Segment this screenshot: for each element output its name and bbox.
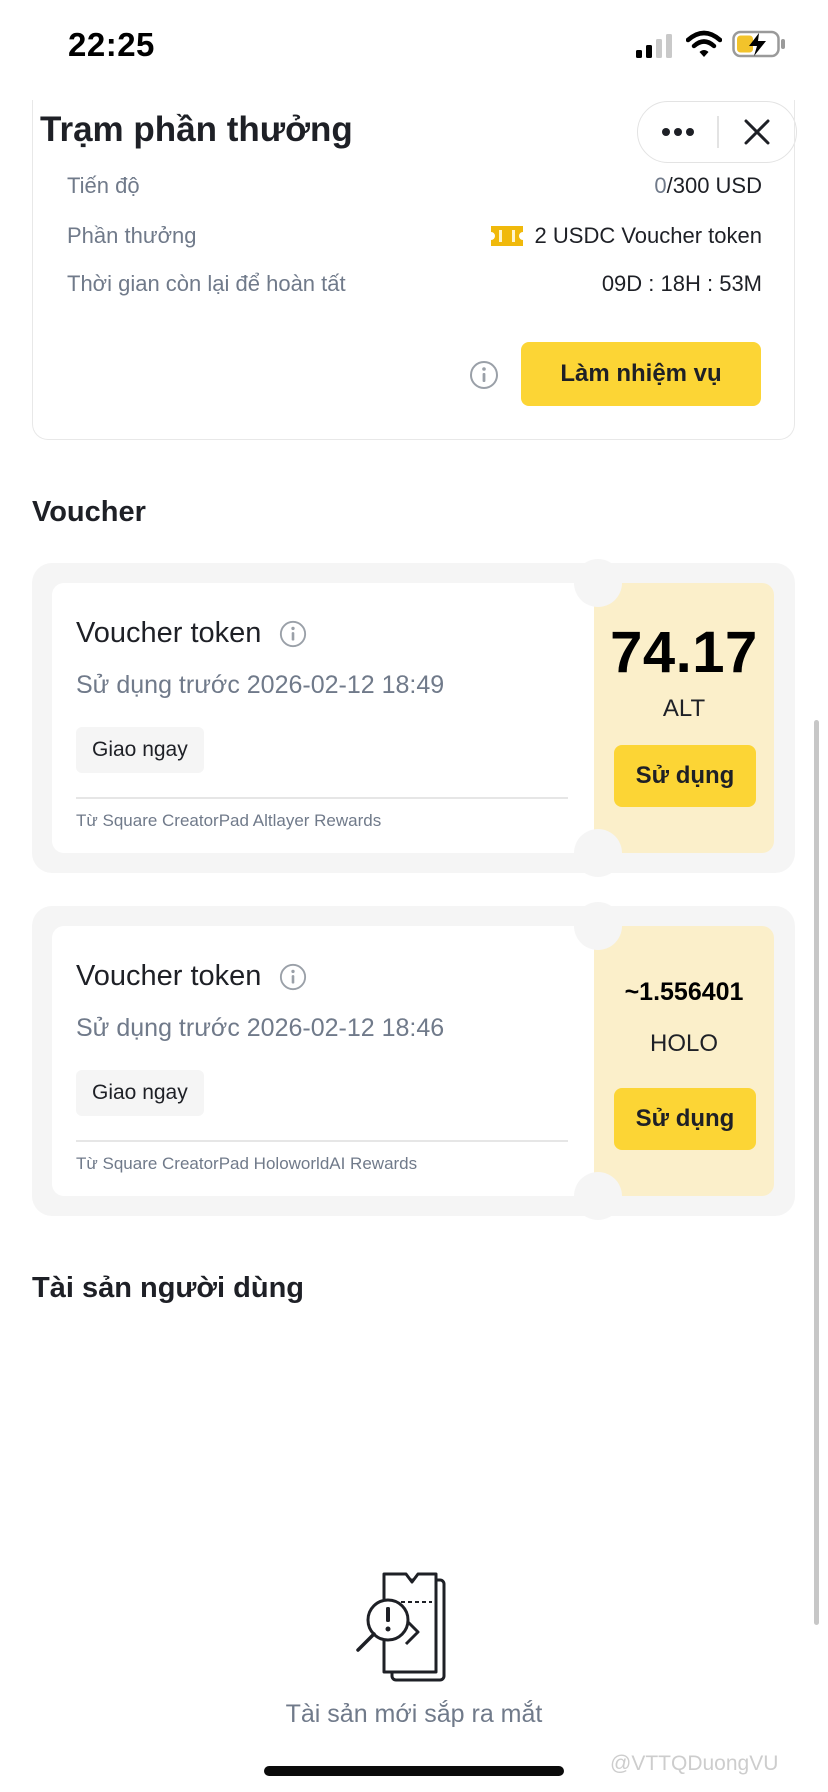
- status-bar: 22:25: [0, 0, 828, 92]
- empty-assets-text: Tài sản mới sắp ra mắt: [285, 1700, 543, 1728]
- reward-value: 2 USDC Voucher token: [490, 223, 762, 249]
- voucher-card: Voucher token Sử dụng trước 2026-02-12 1…: [32, 902, 795, 1220]
- status-time: 22:25: [68, 26, 155, 63]
- watermark: @VTTQDuongVU: [610, 1752, 779, 1775]
- signal-icon: [636, 34, 672, 58]
- empty-assets-icon: [356, 1572, 446, 1682]
- voucher-value-panel: 74.17 ALT Sử dụng: [594, 583, 774, 853]
- info-icon[interactable]: [279, 620, 307, 648]
- ticket-notch: [574, 559, 622, 607]
- battery-icon: [732, 30, 785, 58]
- voucher-expiry: Sử dụng trước 2026-02-12 18:46: [76, 1014, 445, 1042]
- progress-total: /300 USD: [666, 173, 762, 198]
- home-indicator[interactable]: [264, 1766, 564, 1776]
- divider: [76, 797, 568, 799]
- voucher-title: Voucher token: [76, 617, 262, 649]
- voucher-tag: Giao ngay: [76, 1070, 204, 1116]
- voucher-amount: 74.17: [610, 620, 758, 685]
- voucher-title-row: Voucher token: [76, 617, 307, 650]
- time-left-label: Thời gian còn lại để hoàn tất: [67, 271, 346, 296]
- progress-value: 0 /300 USD: [654, 173, 762, 199]
- wifi-icon: [686, 30, 722, 57]
- voucher-unit: ALT: [662, 695, 706, 722]
- voucher-title: Voucher token: [76, 960, 262, 992]
- use-voucher-button[interactable]: Sử dụng: [614, 745, 756, 807]
- ticket-notch: [574, 1172, 622, 1220]
- progress-row: Tiến độ 0 /300 USD: [67, 166, 762, 206]
- time-left-row: Thời gian còn lại để hoàn tất 09D : 18H …: [67, 264, 762, 304]
- assets-section-title: Tài sản người dùng: [32, 1272, 305, 1304]
- voucher-source: Từ Square CreatorPad HoloworldAI Rewards: [76, 1154, 418, 1173]
- reward-label: Phần thưởng: [67, 223, 197, 248]
- reward-row: Phần thưởng 2 USDC Voucher token: [67, 216, 762, 256]
- voucher-value-panel: ~1.556401 HOLO Sử dụng: [594, 926, 774, 1196]
- info-icon[interactable]: [279, 963, 307, 991]
- ticket-notch: [574, 902, 622, 950]
- voucher-tag: Giao ngay: [76, 727, 204, 773]
- info-icon[interactable]: [469, 360, 499, 390]
- voucher-expiry: Sử dụng trước 2026-02-12 18:49: [76, 671, 445, 699]
- voucher-title-row: Voucher token: [76, 960, 307, 993]
- time-left-value: 09D : 18H : 53M: [601, 271, 762, 296]
- use-voucher-button[interactable]: Sử dụng: [614, 1088, 756, 1150]
- voucher-info: Voucher token Sử dụng trước 2026-02-12 1…: [52, 583, 598, 853]
- reward-text: 2 USDC Voucher token: [534, 223, 762, 248]
- voucher-card: Voucher token Sử dụng trước 2026-02-12 1…: [32, 559, 795, 877]
- divider: [76, 1140, 568, 1142]
- do-task-button[interactable]: Làm nhiệm vụ: [521, 342, 761, 406]
- task-card: Tiến độ 0 /300 USD Phần thưởng 2 USDC Vo…: [32, 100, 795, 440]
- scrollbar[interactable]: [814, 720, 819, 1625]
- voucher-unit: HOLO: [649, 1030, 718, 1057]
- voucher-section-title: Voucher: [32, 496, 146, 528]
- voucher-info: Voucher token Sử dụng trước 2026-02-12 1…: [52, 926, 598, 1196]
- ticket-icon: [490, 226, 523, 246]
- progress-label: Tiến độ: [67, 173, 140, 198]
- progress-current: 0: [654, 173, 667, 198]
- voucher-source: Từ Square CreatorPad Altlayer Rewards: [76, 811, 382, 830]
- ticket-notch: [574, 829, 622, 877]
- voucher-amount: ~1.556401: [624, 978, 744, 1006]
